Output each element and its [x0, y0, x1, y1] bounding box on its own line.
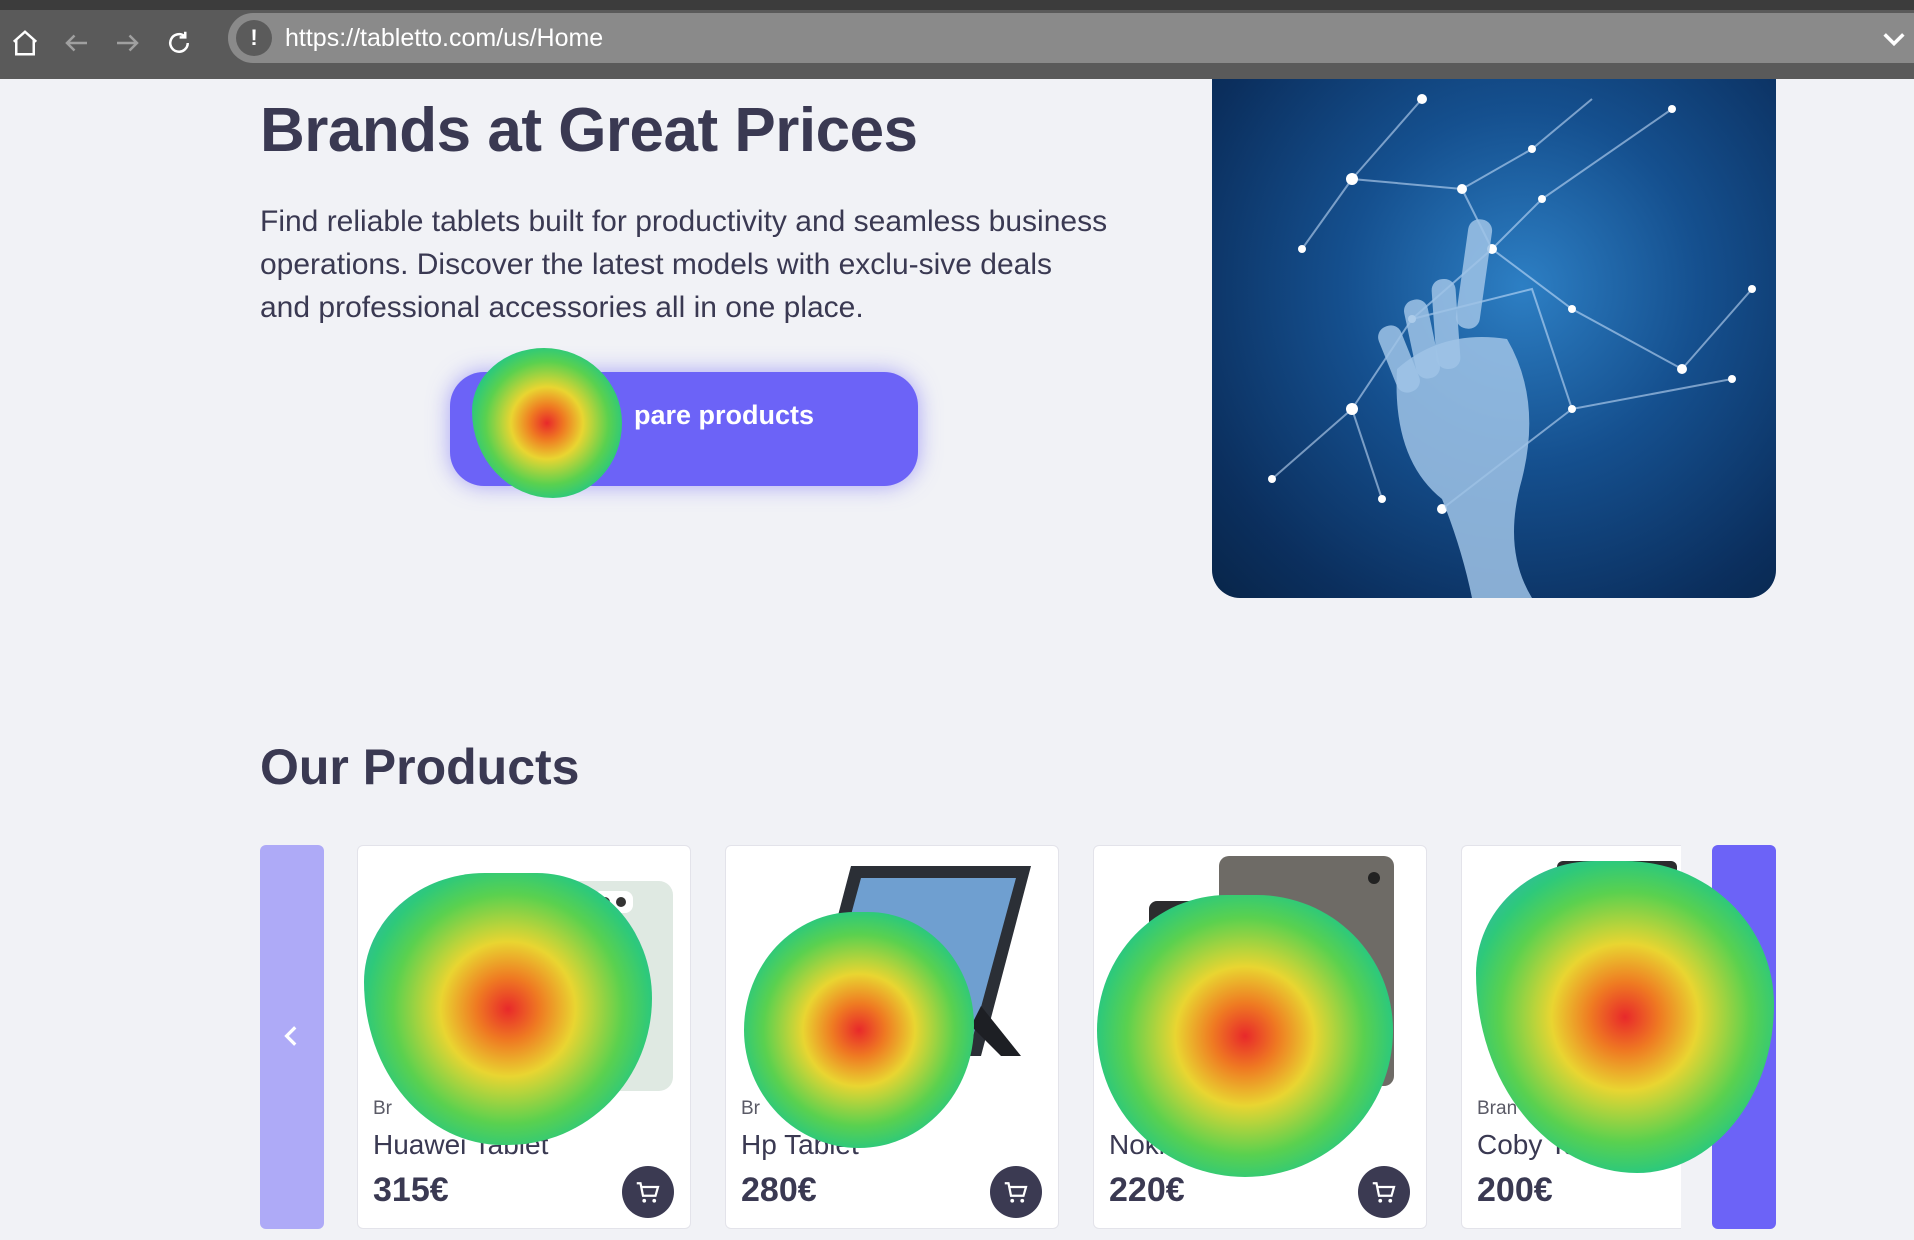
forward-icon[interactable] — [110, 26, 144, 60]
cart-icon — [1372, 1182, 1396, 1203]
carousel-next-button[interactable] — [1712, 845, 1776, 1229]
cart-icon — [1004, 1182, 1028, 1203]
product-price: 315€ — [373, 1171, 449, 1209]
add-to-cart-button[interactable] — [622, 1166, 674, 1218]
product-name[interactable]: Huawei Tablet — [373, 1129, 548, 1161]
product-brand: Bran — [1477, 1098, 1518, 1119]
carousel-prev-button[interactable] — [260, 845, 324, 1229]
chevron-down-icon[interactable] — [1880, 25, 1908, 53]
hero-image — [1212, 79, 1776, 598]
product-price: 280€ — [741, 1171, 817, 1209]
add-to-cart-button[interactable] — [990, 1166, 1042, 1218]
product-name[interactable]: Coby Tabl — [1477, 1129, 1601, 1161]
hero-title: Brands at Great Prices — [260, 96, 918, 165]
chevron-left-icon — [284, 1025, 297, 1046]
product-card[interactable]: Bran Coby Tabl 200€ — [1461, 845, 1681, 1229]
product-price: 220€ — [1109, 1171, 1185, 1209]
product-card[interactable]: Noki 220€ — [1093, 845, 1427, 1229]
product-card[interactable]: Br Hp Tablet 280€ — [725, 845, 1059, 1229]
product-brand: Br — [741, 1098, 760, 1119]
product-name[interactable]: Hp Tablet — [741, 1129, 859, 1161]
product-image — [801, 866, 1031, 1056]
hero-description: Find reliable tablets built for producti… — [260, 205, 1108, 324]
home-icon[interactable] — [8, 26, 42, 60]
add-to-cart-button[interactable] — [1358, 1166, 1410, 1218]
product-card[interactable]: Br Huawei Tablet 315€ — [357, 845, 691, 1229]
browser-toolbar: ! https://tabletto.com/us/Home — [0, 0, 1914, 79]
product-price: 200€ — [1477, 1171, 1553, 1209]
compare-products-button[interactable]: pare products — [450, 372, 918, 486]
product-image — [1149, 856, 1394, 1091]
cart-icon — [636, 1182, 660, 1203]
product-image — [1557, 861, 1677, 891]
product-image — [433, 881, 673, 1091]
address-bar[interactable]: ! https://tabletto.com/us/Home — [228, 13, 1914, 63]
warning-icon[interactable]: ! — [236, 20, 272, 56]
back-icon[interactable] — [60, 26, 94, 60]
product-brand: Br — [373, 1098, 392, 1119]
product-name[interactable]: Noki — [1109, 1129, 1165, 1161]
url-text[interactable]: https://tabletto.com/us/Home — [285, 24, 603, 53]
reload-icon[interactable] — [162, 26, 196, 60]
robot-hand-network-image — [1268, 94, 1756, 598]
compare-products-label: pare products — [633, 400, 815, 430]
products-section-title: Our Products — [260, 739, 580, 795]
